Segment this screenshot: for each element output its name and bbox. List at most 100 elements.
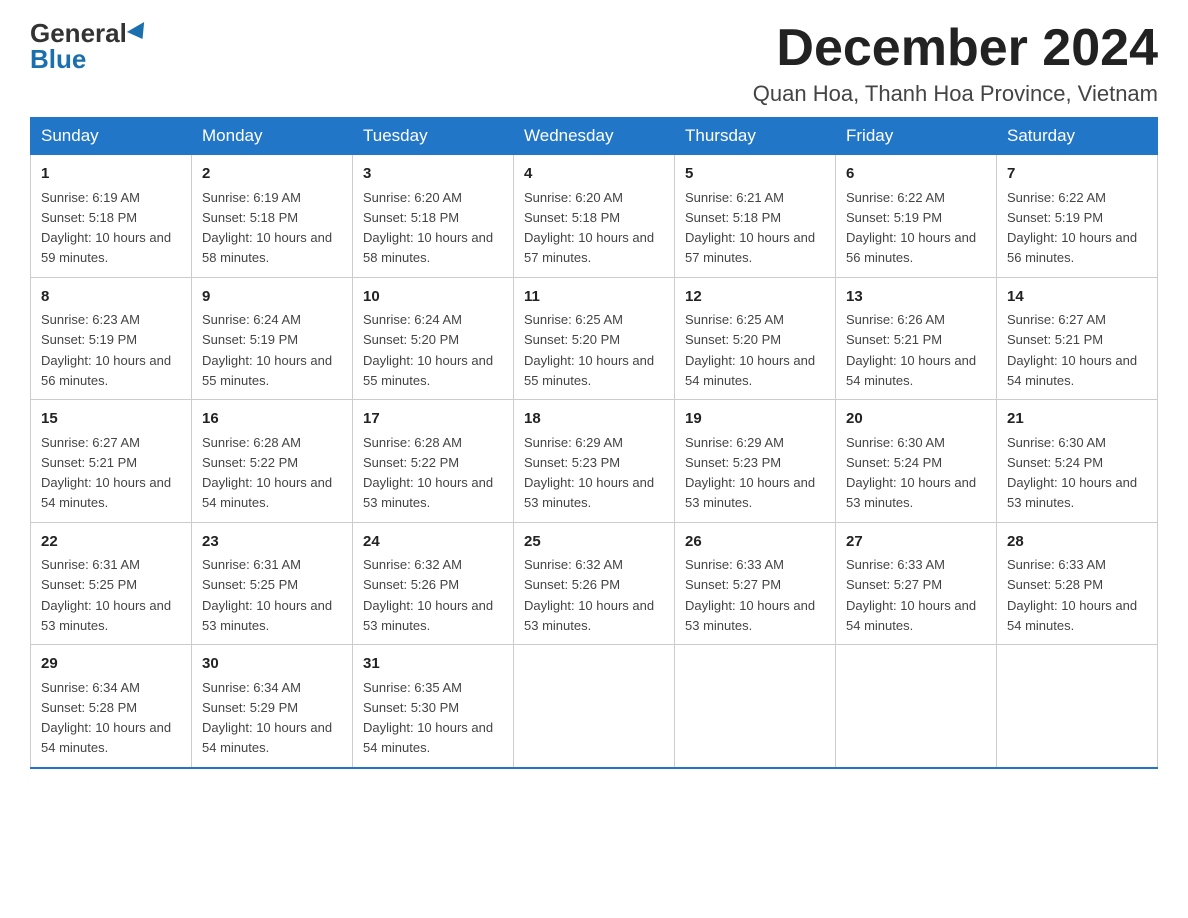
day-number: 15 xyxy=(41,408,181,431)
calendar-cell: 29 Sunrise: 6:34 AMSunset: 5:28 PMDaylig… xyxy=(31,645,192,768)
calendar-cell: 14 Sunrise: 6:27 AMSunset: 5:21 PMDaylig… xyxy=(997,277,1158,400)
calendar-cell: 8 Sunrise: 6:23 AMSunset: 5:19 PMDayligh… xyxy=(31,277,192,400)
day-number: 20 xyxy=(846,408,986,431)
calendar-cell: 26 Sunrise: 6:33 AMSunset: 5:27 PMDaylig… xyxy=(675,522,836,645)
title-area: December 2024 Quan Hoa, Thanh Hoa Provin… xyxy=(753,20,1158,107)
day-number: 5 xyxy=(685,163,825,186)
day-info: Sunrise: 6:28 AMSunset: 5:22 PMDaylight:… xyxy=(202,435,332,511)
column-header-thursday: Thursday xyxy=(675,118,836,155)
calendar-week-row: 22 Sunrise: 6:31 AMSunset: 5:25 PMDaylig… xyxy=(31,522,1158,645)
day-number: 7 xyxy=(1007,163,1147,186)
calendar-header-row: SundayMondayTuesdayWednesdayThursdayFrid… xyxy=(31,118,1158,155)
calendar-cell: 13 Sunrise: 6:26 AMSunset: 5:21 PMDaylig… xyxy=(836,277,997,400)
calendar-cell: 27 Sunrise: 6:33 AMSunset: 5:27 PMDaylig… xyxy=(836,522,997,645)
calendar-cell: 17 Sunrise: 6:28 AMSunset: 5:22 PMDaylig… xyxy=(353,400,514,523)
day-number: 8 xyxy=(41,286,181,309)
column-header-friday: Friday xyxy=(836,118,997,155)
column-header-sunday: Sunday xyxy=(31,118,192,155)
day-number: 3 xyxy=(363,163,503,186)
day-info: Sunrise: 6:35 AMSunset: 5:30 PMDaylight:… xyxy=(363,680,493,756)
day-info: Sunrise: 6:30 AMSunset: 5:24 PMDaylight:… xyxy=(846,435,976,511)
day-number: 14 xyxy=(1007,286,1147,309)
day-number: 22 xyxy=(41,531,181,554)
calendar-cell: 4 Sunrise: 6:20 AMSunset: 5:18 PMDayligh… xyxy=(514,155,675,278)
calendar-cell: 10 Sunrise: 6:24 AMSunset: 5:20 PMDaylig… xyxy=(353,277,514,400)
day-number: 12 xyxy=(685,286,825,309)
day-number: 2 xyxy=(202,163,342,186)
day-number: 4 xyxy=(524,163,664,186)
day-info: Sunrise: 6:31 AMSunset: 5:25 PMDaylight:… xyxy=(202,557,332,633)
column-header-wednesday: Wednesday xyxy=(514,118,675,155)
calendar-cell: 31 Sunrise: 6:35 AMSunset: 5:30 PMDaylig… xyxy=(353,645,514,768)
day-info: Sunrise: 6:31 AMSunset: 5:25 PMDaylight:… xyxy=(41,557,171,633)
day-info: Sunrise: 6:33 AMSunset: 5:28 PMDaylight:… xyxy=(1007,557,1137,633)
day-number: 11 xyxy=(524,286,664,309)
calendar-cell: 3 Sunrise: 6:20 AMSunset: 5:18 PMDayligh… xyxy=(353,155,514,278)
calendar-cell: 5 Sunrise: 6:21 AMSunset: 5:18 PMDayligh… xyxy=(675,155,836,278)
calendar-cell: 22 Sunrise: 6:31 AMSunset: 5:25 PMDaylig… xyxy=(31,522,192,645)
day-number: 21 xyxy=(1007,408,1147,431)
day-number: 19 xyxy=(685,408,825,431)
day-info: Sunrise: 6:27 AMSunset: 5:21 PMDaylight:… xyxy=(1007,312,1137,388)
day-info: Sunrise: 6:28 AMSunset: 5:22 PMDaylight:… xyxy=(363,435,493,511)
calendar-cell: 28 Sunrise: 6:33 AMSunset: 5:28 PMDaylig… xyxy=(997,522,1158,645)
day-info: Sunrise: 6:23 AMSunset: 5:19 PMDaylight:… xyxy=(41,312,171,388)
page-header: General Blue December 2024 Quan Hoa, Tha… xyxy=(30,20,1158,107)
calendar-cell xyxy=(836,645,997,768)
day-info: Sunrise: 6:25 AMSunset: 5:20 PMDaylight:… xyxy=(524,312,654,388)
day-number: 9 xyxy=(202,286,342,309)
day-info: Sunrise: 6:34 AMSunset: 5:29 PMDaylight:… xyxy=(202,680,332,756)
day-number: 28 xyxy=(1007,531,1147,554)
calendar-cell: 21 Sunrise: 6:30 AMSunset: 5:24 PMDaylig… xyxy=(997,400,1158,523)
day-info: Sunrise: 6:20 AMSunset: 5:18 PMDaylight:… xyxy=(524,190,654,266)
day-number: 6 xyxy=(846,163,986,186)
day-number: 10 xyxy=(363,286,503,309)
day-number: 1 xyxy=(41,163,181,186)
logo-triangle-icon xyxy=(127,22,151,44)
day-number: 16 xyxy=(202,408,342,431)
day-number: 25 xyxy=(524,531,664,554)
calendar-cell xyxy=(997,645,1158,768)
calendar-cell: 18 Sunrise: 6:29 AMSunset: 5:23 PMDaylig… xyxy=(514,400,675,523)
calendar-cell: 25 Sunrise: 6:32 AMSunset: 5:26 PMDaylig… xyxy=(514,522,675,645)
day-info: Sunrise: 6:27 AMSunset: 5:21 PMDaylight:… xyxy=(41,435,171,511)
calendar-cell: 30 Sunrise: 6:34 AMSunset: 5:29 PMDaylig… xyxy=(192,645,353,768)
calendar-cell: 7 Sunrise: 6:22 AMSunset: 5:19 PMDayligh… xyxy=(997,155,1158,278)
day-info: Sunrise: 6:25 AMSunset: 5:20 PMDaylight:… xyxy=(685,312,815,388)
day-info: Sunrise: 6:22 AMSunset: 5:19 PMDaylight:… xyxy=(846,190,976,266)
location-title: Quan Hoa, Thanh Hoa Province, Vietnam xyxy=(753,81,1158,107)
logo-blue-text: Blue xyxy=(30,46,86,72)
day-info: Sunrise: 6:20 AMSunset: 5:18 PMDaylight:… xyxy=(363,190,493,266)
calendar-cell xyxy=(514,645,675,768)
day-info: Sunrise: 6:32 AMSunset: 5:26 PMDaylight:… xyxy=(524,557,654,633)
month-title: December 2024 xyxy=(753,20,1158,77)
calendar-week-row: 1 Sunrise: 6:19 AMSunset: 5:18 PMDayligh… xyxy=(31,155,1158,278)
calendar-week-row: 15 Sunrise: 6:27 AMSunset: 5:21 PMDaylig… xyxy=(31,400,1158,523)
logo-general-text: General xyxy=(30,20,127,46)
day-number: 27 xyxy=(846,531,986,554)
column-header-monday: Monday xyxy=(192,118,353,155)
day-number: 23 xyxy=(202,531,342,554)
day-info: Sunrise: 6:21 AMSunset: 5:18 PMDaylight:… xyxy=(685,190,815,266)
day-info: Sunrise: 6:29 AMSunset: 5:23 PMDaylight:… xyxy=(524,435,654,511)
day-info: Sunrise: 6:34 AMSunset: 5:28 PMDaylight:… xyxy=(41,680,171,756)
calendar-table: SundayMondayTuesdayWednesdayThursdayFrid… xyxy=(30,117,1158,769)
day-info: Sunrise: 6:19 AMSunset: 5:18 PMDaylight:… xyxy=(202,190,332,266)
day-info: Sunrise: 6:22 AMSunset: 5:19 PMDaylight:… xyxy=(1007,190,1137,266)
calendar-week-row: 8 Sunrise: 6:23 AMSunset: 5:19 PMDayligh… xyxy=(31,277,1158,400)
day-number: 31 xyxy=(363,653,503,676)
calendar-cell: 1 Sunrise: 6:19 AMSunset: 5:18 PMDayligh… xyxy=(31,155,192,278)
calendar-cell: 19 Sunrise: 6:29 AMSunset: 5:23 PMDaylig… xyxy=(675,400,836,523)
day-number: 30 xyxy=(202,653,342,676)
day-info: Sunrise: 6:24 AMSunset: 5:19 PMDaylight:… xyxy=(202,312,332,388)
day-number: 26 xyxy=(685,531,825,554)
calendar-cell: 15 Sunrise: 6:27 AMSunset: 5:21 PMDaylig… xyxy=(31,400,192,523)
day-number: 17 xyxy=(363,408,503,431)
calendar-cell: 16 Sunrise: 6:28 AMSunset: 5:22 PMDaylig… xyxy=(192,400,353,523)
calendar-cell: 24 Sunrise: 6:32 AMSunset: 5:26 PMDaylig… xyxy=(353,522,514,645)
day-info: Sunrise: 6:26 AMSunset: 5:21 PMDaylight:… xyxy=(846,312,976,388)
calendar-cell: 9 Sunrise: 6:24 AMSunset: 5:19 PMDayligh… xyxy=(192,277,353,400)
day-info: Sunrise: 6:33 AMSunset: 5:27 PMDaylight:… xyxy=(846,557,976,633)
day-info: Sunrise: 6:33 AMSunset: 5:27 PMDaylight:… xyxy=(685,557,815,633)
calendar-week-row: 29 Sunrise: 6:34 AMSunset: 5:28 PMDaylig… xyxy=(31,645,1158,768)
